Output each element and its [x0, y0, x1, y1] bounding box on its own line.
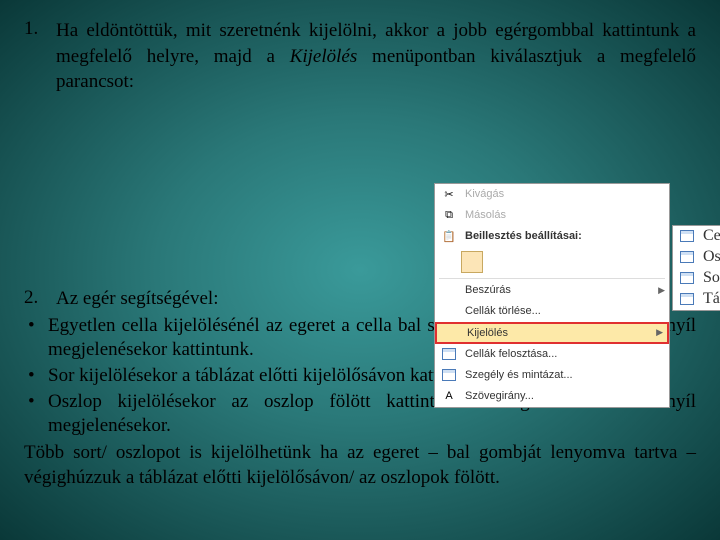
- submenu-cell-label: Cella: [703, 227, 720, 245]
- submenu-table-label: Táblázat: [703, 290, 720, 308]
- menu-select-label: Kijelölés: [467, 327, 656, 339]
- submenu-column[interactable]: Oszlop: [673, 247, 720, 268]
- context-menu: ✂ Kivágás ⧉ Másolás 📋 Beillesztés beállí…: [434, 183, 670, 408]
- cell-icon: [677, 228, 697, 244]
- submenu-table[interactable]: Táblázat: [673, 289, 720, 310]
- row-icon: [677, 270, 697, 286]
- menu-cut-label: Kivágás: [465, 188, 665, 200]
- list-number-2: 2.: [24, 287, 56, 312]
- submenu-column-label: Oszlop: [703, 248, 720, 266]
- text-dir-icon: A: [439, 388, 459, 404]
- menu-separator: [439, 278, 665, 279]
- menu-split-cells[interactable]: Cellák felosztása...: [435, 344, 669, 365]
- bullet-mark: •: [24, 390, 48, 439]
- table-icon: [677, 291, 697, 307]
- menu-select[interactable]: Kijelölés ▶: [435, 322, 669, 344]
- item1-italic: Kijelölés: [290, 46, 358, 67]
- bullet-mark: •: [24, 314, 48, 363]
- chevron-right-icon: ▶: [658, 285, 665, 296]
- menu-insert-label: Beszúrás: [465, 284, 658, 296]
- blank-icon: [441, 325, 461, 341]
- cut-icon: ✂: [439, 186, 459, 202]
- menu-insert[interactable]: Beszúrás ▶: [435, 280, 669, 301]
- closing-text: Több sort/ oszlopot is kijelölhetünk ha …: [24, 441, 696, 490]
- column-icon: [677, 249, 697, 265]
- menu-paste-header: 📋 Beillesztés beállításai:: [435, 226, 669, 247]
- list-number-1: 1.: [24, 18, 56, 95]
- menu-delete-label: Cellák törlése...: [465, 305, 665, 317]
- menu-textdir-label: Szövegirány...: [465, 390, 665, 402]
- item-1-text: Ha eldöntöttük, mit szeretnénk kijelölni…: [56, 18, 696, 95]
- item-2-intro: Az egér segítségével:: [56, 287, 218, 312]
- menu-split-label: Cellák felosztása...: [465, 348, 665, 360]
- menu-copy-label: Másolás: [465, 209, 665, 221]
- select-submenu: Cella Oszlop Sor Táblázat: [672, 225, 720, 311]
- menu-borders-label: Szegély és mintázat...: [465, 369, 665, 381]
- menu-text-direction[interactable]: A Szövegirány...: [435, 386, 669, 407]
- chevron-right-icon: ▶: [656, 327, 663, 338]
- paste-icon: 📋: [439, 228, 459, 244]
- menu-copy[interactable]: ⧉ Másolás: [435, 205, 669, 226]
- menu-cut[interactable]: ✂ Kivágás: [435, 184, 669, 205]
- blank-icon: [439, 303, 459, 319]
- menu-delete-cells[interactable]: Cellák törlése...: [435, 301, 669, 322]
- split-icon: [439, 346, 459, 362]
- submenu-cell[interactable]: Cella: [673, 226, 720, 247]
- submenu-row-label: Sor: [703, 269, 720, 287]
- bullet-mark: •: [24, 364, 48, 389]
- submenu-row[interactable]: Sor: [673, 268, 720, 289]
- menu-paste-label: Beillesztés beállításai:: [465, 230, 665, 242]
- paste-option-icon[interactable]: [461, 251, 483, 273]
- menu-borders[interactable]: Szegély és mintázat...: [435, 365, 669, 386]
- copy-icon: ⧉: [439, 207, 459, 223]
- borders-icon: [439, 367, 459, 383]
- menu-paste-options[interactable]: [435, 247, 669, 277]
- blank-icon: [439, 282, 459, 298]
